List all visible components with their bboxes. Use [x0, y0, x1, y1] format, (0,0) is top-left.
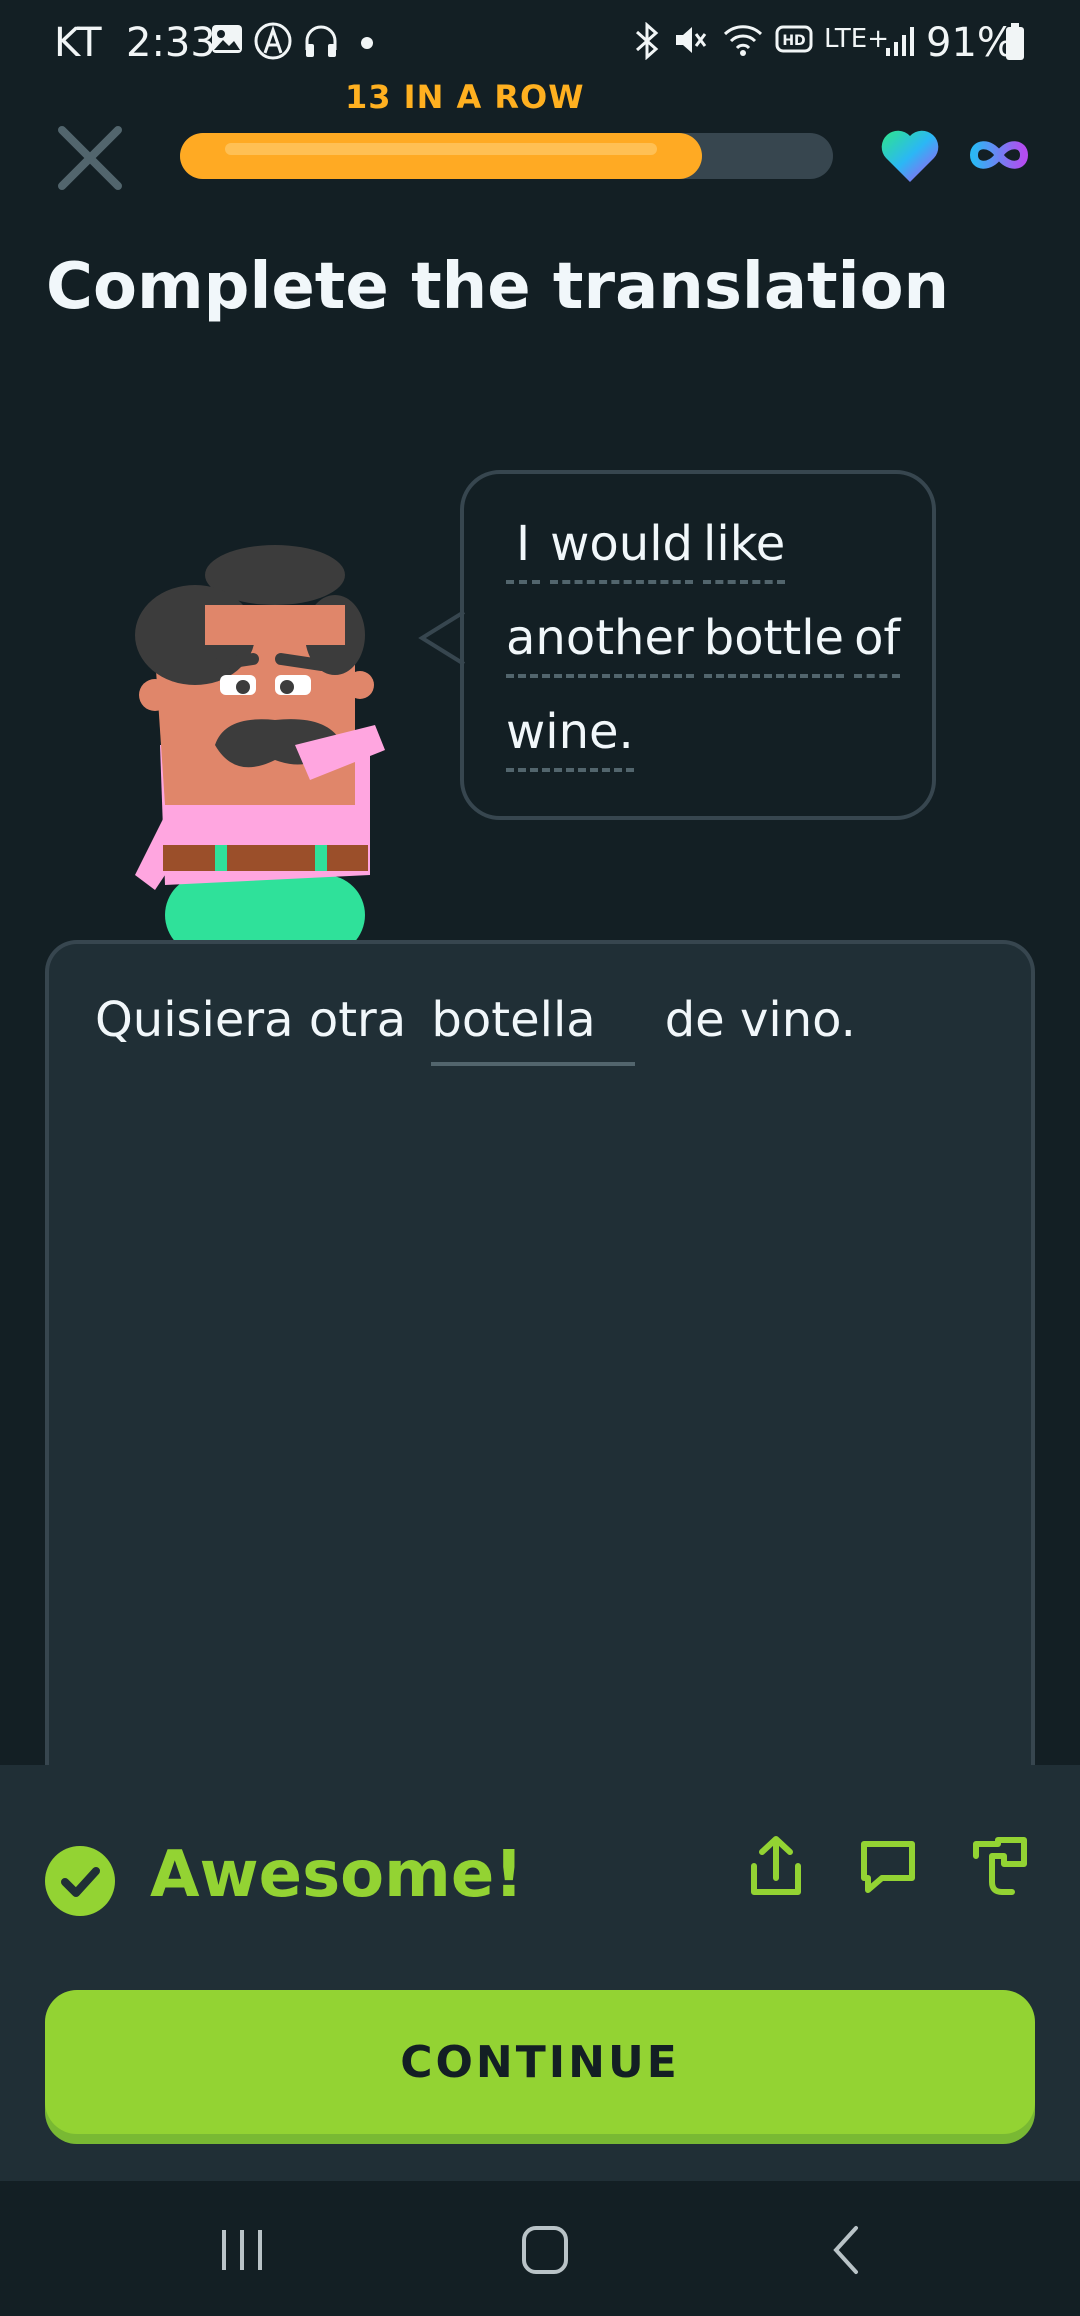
network-type: LTE+ — [824, 24, 889, 54]
clock: 2:33 — [126, 20, 216, 66]
signal-icon — [886, 27, 914, 56]
feedback-message: Awesome! — [150, 1838, 524, 1912]
progress-fill — [180, 133, 702, 179]
recent-apps-icon[interactable] — [212, 2222, 272, 2278]
prompt-word[interactable]: bottle — [703, 610, 845, 678]
comment-icon[interactable] — [856, 1834, 920, 1898]
gallery-icon — [212, 25, 242, 53]
sentence-start: Quisiera otra — [95, 992, 407, 1048]
prompt-line: another bottle of — [506, 610, 910, 678]
infinity-icon — [969, 141, 1029, 169]
prompt-word[interactable]: another — [506, 610, 694, 678]
share-icon[interactable] — [744, 1834, 808, 1898]
streak-label: 13 IN A ROW — [345, 78, 585, 116]
close-icon[interactable] — [52, 120, 128, 196]
back-icon[interactable] — [818, 2222, 878, 2278]
speech-bubble: Iwould like another bottle of wine. — [460, 470, 936, 820]
prompt-line: wine. — [506, 704, 644, 772]
answer-box: Quisiera otra botella de vino. — [45, 940, 1035, 1840]
headphones-icon — [305, 25, 337, 57]
wifi-icon — [723, 25, 763, 56]
continue-button[interactable]: CONTINUE — [45, 1990, 1035, 2134]
prompt-word[interactable]: I — [506, 516, 541, 584]
report-flag-icon[interactable] — [968, 1834, 1032, 1898]
battery-icon — [1006, 23, 1024, 60]
prompt-word[interactable]: like — [703, 516, 786, 584]
progress-shine — [225, 143, 657, 155]
hd-voice-icon: HD — [775, 25, 813, 53]
accessibility-icon — [254, 22, 292, 60]
notification-dot-icon — [361, 37, 373, 49]
bluetooth-icon — [635, 22, 659, 60]
prompt-word[interactable]: of — [854, 610, 901, 678]
svg-text:HD: HD — [782, 33, 805, 49]
check-icon — [45, 1846, 115, 1916]
mute-icon — [676, 27, 707, 53]
answer-blank[interactable]: botella — [431, 992, 636, 1066]
battery-percent: 91% — [926, 20, 1015, 66]
status-bar: KT 2:33 HD LTE+ 91% — [0, 0, 1080, 86]
prompt-line: Iwould like — [506, 516, 795, 584]
page-title: Complete the translation — [46, 250, 950, 324]
translation-sentence: Quisiera otra botella de vino. — [95, 992, 856, 1066]
sentence-end: de vino. — [664, 992, 856, 1048]
carrier-label: KT — [54, 20, 102, 66]
lesson-progress-bar — [180, 133, 833, 179]
prompt-word[interactable]: wine. — [506, 704, 634, 772]
home-icon[interactable] — [515, 2222, 575, 2278]
heart-icon[interactable] — [880, 128, 940, 184]
prompt-word[interactable]: would — [550, 516, 694, 584]
character-illustration — [135, 545, 385, 945]
